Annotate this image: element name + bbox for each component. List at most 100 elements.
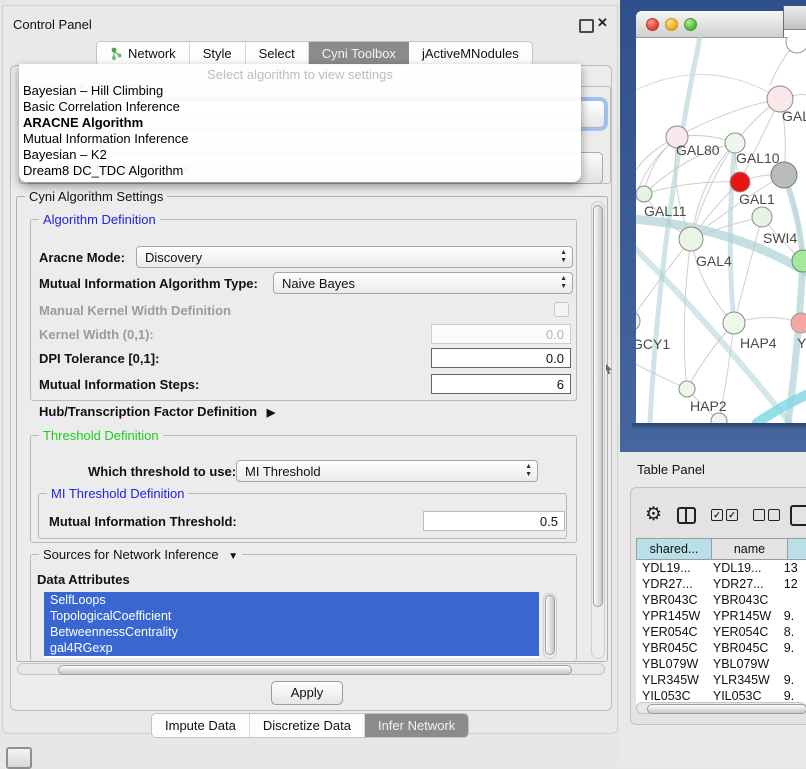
- table-cell: [778, 656, 806, 672]
- network-node-gal1[interactable]: [752, 207, 772, 227]
- network-node[interactable]: [730, 172, 750, 192]
- settings-vertical-scrollbar[interactable]: [591, 201, 605, 659]
- attribute-list-item[interactable]: gal4RGexp: [44, 640, 539, 656]
- dpi-tolerance-field[interactable]: 0.0: [431, 348, 571, 368]
- kernel-width-label: Kernel Width (0,1):: [39, 327, 154, 342]
- settings-group-title: Cyni Algorithm Settings: [25, 189, 167, 204]
- network-node-gal11[interactable]: [636, 186, 652, 202]
- which-threshold-combobox[interactable]: MI Threshold ▲▼: [236, 460, 538, 482]
- apply-button[interactable]: Apply: [271, 681, 343, 705]
- attribute-list-item[interactable]: TopologicalCoefficient: [44, 608, 539, 624]
- control-panel-tabs: Network StyleSelect Cyni Toolbox jActiveMNo…: [96, 41, 533, 66]
- dropdown-option[interactable]: Bayesian – K2: [19, 147, 581, 163]
- network-edge[interactable]: [684, 239, 691, 389]
- mi-type-value: Naive Bayes: [282, 276, 355, 291]
- network-edge[interactable]: [730, 143, 735, 323]
- dropdown-option[interactable]: Dream8 DC_TDC Algorithm: [19, 163, 581, 179]
- mi-threshold-field[interactable]: 0.5: [423, 511, 565, 531]
- dropdown-option[interactable]: Bayesian – Hill Climbing: [19, 83, 581, 99]
- network-node-y[interactable]: [791, 313, 806, 333]
- tab-discretize-data[interactable]: Discretize Data: [250, 714, 365, 737]
- network-edge[interactable]: [734, 217, 762, 323]
- float-panel-icon[interactable]: [579, 19, 594, 33]
- hub-definition-expander[interactable]: Hub/Transcription Factor Definition ▶: [39, 404, 275, 419]
- mouse-cursor-icon: [605, 364, 613, 374]
- network-node-hap2[interactable]: [679, 381, 695, 397]
- table-rows: YDL19...YDL19...13YDR27...YDR27...12YBR0…: [636, 560, 806, 704]
- tab-select[interactable]: Select: [246, 42, 309, 65]
- network-canvas[interactable]: GALGAL80GAL10GAL1GAL11SWI4GAL4GCY1HAP4YH…: [636, 37, 806, 423]
- close-icon[interactable]: ✕: [597, 15, 608, 31]
- network-edge[interactable]: [757, 395, 806, 423]
- tab-impute-data[interactable]: Impute Data: [152, 714, 250, 737]
- sources-expander[interactable]: Sources for Network Inference ▼: [39, 547, 242, 562]
- deselect-all-icon[interactable]: [753, 509, 780, 521]
- column-header[interactable]: shared...: [636, 538, 712, 560]
- network-icon: [110, 47, 123, 61]
- expander-expanded-icon: ▼: [228, 551, 238, 562]
- dropdown-option[interactable]: Basic Correlation Inference: [19, 99, 581, 115]
- table-row[interactable]: YPR145WYPR145W9.: [636, 608, 806, 624]
- tab-jactivemnodules[interactable]: jActiveMNodules: [409, 42, 532, 65]
- mi-type-combobox[interactable]: Naive Bayes ▲▼: [273, 272, 573, 294]
- network-edge[interactable]: [644, 182, 740, 194]
- table-row[interactable]: YBL079WYBL079W: [636, 656, 806, 672]
- table-cell: 9.: [778, 640, 806, 656]
- dropdown-option[interactable]: ARACNE Algorithm: [19, 115, 581, 131]
- aracne-mode-combobox[interactable]: Discovery ▲▼: [136, 246, 573, 268]
- table-horizontal-scrollbar[interactable]: [636, 702, 806, 714]
- column-header[interactable]: name: [712, 538, 788, 560]
- network-node-gcy1[interactable]: [636, 311, 640, 331]
- function-builder-icon[interactable]: [790, 505, 806, 526]
- minimize-window-icon[interactable]: [665, 18, 678, 31]
- background-window-titlebar: [784, 6, 806, 30]
- kernel-width-field[interactable]: 0.0: [431, 324, 571, 344]
- network-node-hap4[interactable]: [723, 312, 745, 334]
- table-cell: 9.: [778, 672, 806, 688]
- select-all-icon[interactable]: ✓✓: [711, 509, 738, 521]
- table-cell: 12: [778, 576, 806, 592]
- tab-network[interactable]: Network: [97, 42, 190, 65]
- table-row[interactable]: YDL19...YDL19...13: [636, 560, 806, 576]
- node-label: GCY1: [636, 336, 670, 352]
- tab-label: Network: [128, 46, 176, 61]
- background-window-sliver: [783, 6, 806, 37]
- table-row[interactable]: YER054CYER054C8.: [636, 624, 806, 640]
- gear-icon[interactable]: ⚙: [645, 505, 662, 525]
- table-mode-icon[interactable]: [677, 507, 696, 524]
- table-cell: 8.: [778, 624, 806, 640]
- close-window-icon[interactable]: [646, 18, 659, 31]
- tab-label: Cyni Toolbox: [322, 46, 396, 61]
- table-cell: YDR27...: [707, 576, 778, 592]
- dropdown-option[interactable]: Mutual Information Inference: [19, 131, 581, 147]
- table-row[interactable]: YDR27...YDR27...12: [636, 576, 806, 592]
- tab-infer-network[interactable]: Infer Network: [365, 714, 468, 737]
- network-edge[interactable]: [636, 74, 780, 99]
- network-edge[interactable]: [636, 356, 687, 389]
- tab-cyni-toolbox[interactable]: Cyni Toolbox: [309, 42, 409, 65]
- attribute-list-item[interactable]: BetweennessCentrality: [44, 624, 539, 640]
- mi-steps-field[interactable]: 6: [431, 374, 571, 394]
- column-header[interactable]: [788, 538, 806, 560]
- dpi-tolerance-label: DPI Tolerance [0,1]:: [39, 351, 159, 366]
- minimized-panel-button[interactable]: [6, 747, 32, 769]
- table-row[interactable]: YBR043CYBR043C: [636, 592, 806, 608]
- attributes-list-scrollbar[interactable]: [543, 593, 557, 659]
- table-row[interactable]: YBR045CYBR045C9.: [636, 640, 806, 656]
- network-node-gal4[interactable]: [679, 227, 703, 251]
- table-cell: YLR345W: [636, 672, 707, 688]
- network-node[interactable]: [711, 413, 727, 423]
- zoom-window-icon[interactable]: [684, 18, 697, 31]
- table-cell: YBR045C: [636, 640, 707, 656]
- table-row[interactable]: YLR345WYLR345W9.: [636, 672, 806, 688]
- stepper-arrows-icon: ▲▼: [525, 463, 532, 479]
- table-cell: YER054C: [636, 624, 707, 640]
- node-label: GAL10: [736, 150, 780, 166]
- table-cell: 13: [778, 560, 806, 576]
- settings-horizontal-scrollbar[interactable]: [17, 663, 605, 675]
- network-window-titlebar[interactable]: [636, 11, 806, 38]
- attribute-list-item[interactable]: SelfLoops: [44, 592, 539, 608]
- tab-style[interactable]: Style: [190, 42, 246, 65]
- node-label: Y: [797, 335, 806, 351]
- manual-kernel-checkbox[interactable]: [554, 302, 569, 317]
